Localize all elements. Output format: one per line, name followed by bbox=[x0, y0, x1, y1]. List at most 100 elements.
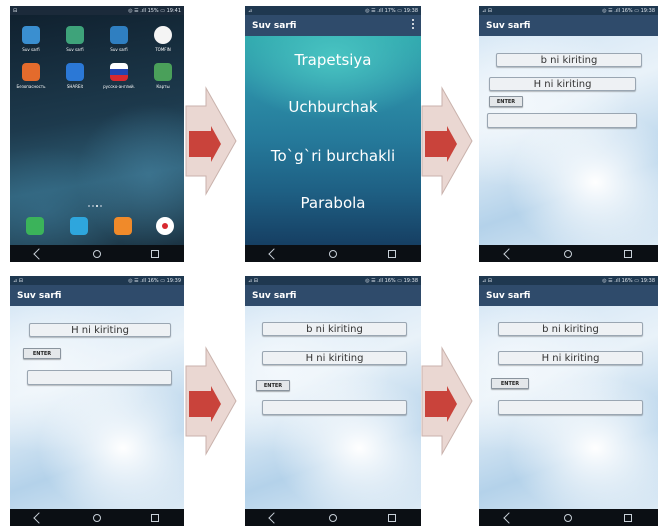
status-right: ◎ ☰ .ıll 16% ▭ 19:38 bbox=[602, 277, 655, 284]
recent-apps-icon[interactable] bbox=[624, 249, 633, 258]
camera-icon[interactable] bbox=[156, 217, 174, 235]
nav-bar bbox=[10, 245, 184, 262]
suv-sarfi-app-icon[interactable] bbox=[22, 26, 40, 44]
app-title-bar: Suv sarfi bbox=[479, 285, 658, 306]
shareit-app-icon[interactable] bbox=[66, 63, 84, 81]
app-title-bar: Suv sarfi bbox=[245, 285, 421, 306]
nav-bar bbox=[10, 509, 184, 526]
app-title: Suv sarfi bbox=[252, 290, 297, 301]
phone-icon[interactable] bbox=[26, 217, 44, 235]
app-title-bar: Suv sarfi bbox=[10, 285, 184, 306]
status-bar: ⊿ ⊟ ◎ ☰ .ıll 16% ▭ 19:39 bbox=[10, 276, 184, 285]
flow-arrow bbox=[185, 346, 237, 456]
app-label: Suv sarfi bbox=[22, 47, 40, 52]
flow-arrow bbox=[185, 86, 237, 196]
app-label: Безопасность bbox=[16, 84, 46, 89]
b-input-field[interactable]: b ni kiriting bbox=[498, 322, 643, 336]
back-icon[interactable] bbox=[33, 511, 45, 524]
messages-icon[interactable] bbox=[70, 217, 88, 235]
form-screen-b-h-3: ⊿ ⊟ ◎ ☰ .ıll 16% ▭ 19:38 Suv sarfi b ni … bbox=[479, 276, 658, 526]
status-right: ◎ ☰ .ıll 16% ▭ 19:38 bbox=[602, 7, 655, 14]
enter-button[interactable]: ENTER bbox=[23, 348, 61, 359]
status-left: ⊿ ⊟ bbox=[482, 277, 492, 284]
result-field bbox=[262, 400, 407, 415]
status-right: ◎ ☰ .ıll 16% ▭ 19:39 bbox=[128, 277, 181, 284]
status-left: ⊿ ⊟ bbox=[482, 7, 492, 14]
contacts-icon[interactable] bbox=[114, 217, 132, 235]
home-icon[interactable] bbox=[328, 249, 337, 258]
back-icon[interactable] bbox=[503, 511, 515, 524]
enter-button[interactable]: ENTER bbox=[256, 380, 290, 391]
status-left: ⊟ bbox=[13, 7, 18, 14]
home-icon[interactable] bbox=[93, 249, 101, 258]
status-bar: ⊟ ◎ ☰ .ıll 15% ▭ 19:41 bbox=[10, 6, 184, 15]
flow-arrow bbox=[421, 86, 473, 196]
home-icon[interactable] bbox=[328, 513, 337, 522]
menu-screen-phone: ⊿ ◎ ☰ .ıll 17% ▭ 19:38 Suv sarfi Trapets… bbox=[245, 6, 421, 262]
status-bar: ⊿ ⊟ ◎ ☰ .ıll 16% ▭ 19:38 bbox=[245, 276, 421, 285]
recent-apps-icon[interactable] bbox=[151, 249, 159, 258]
recent-apps-icon[interactable] bbox=[624, 513, 633, 522]
app-title: Suv sarfi bbox=[17, 290, 62, 301]
h-input-field[interactable]: H ni kiriting bbox=[498, 351, 643, 365]
recent-apps-icon[interactable] bbox=[387, 249, 396, 258]
enter-button[interactable]: ENTER bbox=[491, 378, 529, 389]
status-bar: ⊿ ◎ ☰ .ıll 17% ▭ 19:38 bbox=[245, 6, 421, 15]
app-label: русско-англий. bbox=[103, 84, 135, 89]
status-left: ⊿ bbox=[248, 7, 253, 14]
flow-arrow bbox=[421, 346, 473, 456]
app-label: SHAREit bbox=[66, 84, 84, 89]
menu-item-trapetsiya[interactable]: Trapetsiya bbox=[245, 51, 421, 69]
app-title-bar: Suv sarfi bbox=[479, 15, 658, 36]
form-screen-b-h: ⊿ ⊟ ◎ ☰ .ıll 16% ▭ 19:38 Suv sarfi b ni … bbox=[479, 6, 658, 262]
app-title: Suv sarfi bbox=[252, 20, 297, 31]
app-label: Suv sarfi bbox=[66, 47, 84, 52]
home-icon[interactable] bbox=[93, 513, 101, 522]
maps-app-icon[interactable] bbox=[154, 63, 172, 81]
android-app-icon[interactable] bbox=[66, 26, 84, 44]
app-label: Suv sarfi bbox=[110, 47, 128, 52]
status-right: ◎ ☰ .ıll 16% ▭ 19:38 bbox=[365, 277, 418, 284]
h-input-field[interactable]: H ni kiriting bbox=[489, 77, 636, 91]
security-app-icon[interactable] bbox=[22, 63, 40, 81]
app-title-bar: Suv sarfi bbox=[245, 15, 421, 36]
status-bar: ⊿ ⊟ ◎ ☰ .ıll 16% ▭ 19:38 bbox=[479, 276, 658, 285]
b-input-field[interactable]: b ni kiriting bbox=[262, 322, 407, 336]
result-field bbox=[487, 113, 637, 128]
back-icon[interactable] bbox=[33, 247, 45, 260]
home-icon[interactable] bbox=[564, 513, 573, 522]
form-background bbox=[479, 36, 658, 245]
water-drop-app-icon[interactable] bbox=[110, 26, 128, 44]
menu-item-togri-burchakli[interactable]: To`g`ri burchakli bbox=[245, 147, 421, 165]
menu-item-uchburchak[interactable]: Uchburchak bbox=[245, 98, 421, 116]
enter-button[interactable]: ENTER bbox=[489, 96, 523, 107]
app-title: Suv sarfi bbox=[486, 20, 531, 31]
b-input-field[interactable]: b ni kiriting bbox=[496, 53, 642, 67]
status-right: ◎ ☰ .ıll 17% ▭ 19:38 bbox=[365, 7, 418, 14]
app-label: Карты bbox=[156, 84, 170, 89]
nav-bar bbox=[245, 245, 421, 262]
status-bar: ⊿ ⊟ ◎ ☰ .ıll 16% ▭ 19:38 bbox=[479, 6, 658, 15]
overflow-menu-icon[interactable] bbox=[412, 19, 415, 29]
back-icon[interactable] bbox=[503, 247, 515, 260]
menu-item-parabola[interactable]: Parabola bbox=[245, 194, 421, 212]
result-field bbox=[498, 400, 643, 415]
form-screen-b-h-2: ⊿ ⊟ ◎ ☰ .ıll 16% ▭ 19:38 Suv sarfi b ni … bbox=[245, 276, 421, 526]
back-icon[interactable] bbox=[268, 511, 280, 524]
status-left: ⊿ ⊟ bbox=[248, 277, 258, 284]
app-label: TOMFIN bbox=[155, 47, 171, 52]
recent-apps-icon[interactable] bbox=[151, 513, 159, 522]
result-field bbox=[27, 370, 172, 385]
h-input-field[interactable]: H ni kiriting bbox=[29, 323, 171, 337]
flag-app-icon[interactable] bbox=[110, 63, 128, 81]
back-icon[interactable] bbox=[268, 247, 280, 260]
h-input-field[interactable]: H ni kiriting bbox=[262, 351, 407, 365]
recent-apps-icon[interactable] bbox=[387, 513, 396, 522]
nav-bar bbox=[479, 509, 658, 526]
nav-bar bbox=[245, 509, 421, 526]
home-screen-phone: ⊟ ◎ ☰ .ıll 15% ▭ 19:41 Suv sarfi Suv sar… bbox=[10, 6, 184, 262]
page-indicator bbox=[88, 205, 102, 207]
home-icon[interactable] bbox=[564, 249, 573, 258]
status-right: ◎ ☰ .ıll 15% ▭ 19:41 bbox=[128, 7, 181, 14]
tomfin-app-icon[interactable] bbox=[154, 26, 172, 44]
